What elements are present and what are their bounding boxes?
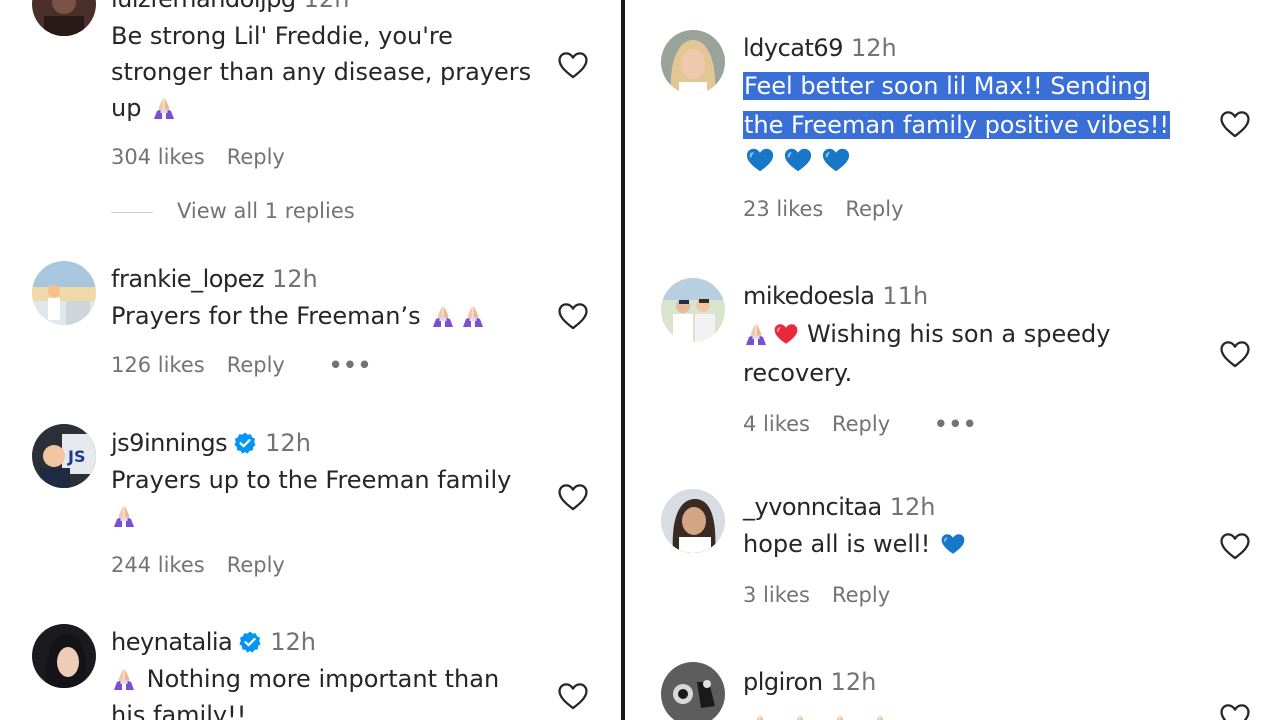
comment-meta: 244 likes Reply: [111, 550, 511, 580]
avatar[interactable]: [661, 30, 725, 94]
folded-hands-emoji: [430, 303, 456, 329]
username[interactable]: luizfernandoljpg: [111, 0, 296, 13]
username[interactable]: mikedoesla: [743, 282, 875, 310]
reply-button[interactable]: Reply: [832, 409, 890, 439]
comment-meta: 126 likes Reply •••: [111, 350, 488, 380]
folded-hands-emoji: [867, 712, 893, 720]
reply-button[interactable]: Reply: [227, 550, 285, 580]
timestamp: 11h: [882, 282, 929, 310]
comment-meta: 23 likes Reply: [743, 194, 1170, 224]
comments-panel-right: ldycat69 12h Feel better soon lil Max!! S…: [625, 0, 1280, 720]
timestamp: 12h: [304, 0, 350, 13]
timestamp: 12h: [889, 493, 936, 521]
heart-outline-icon[interactable]: [556, 48, 590, 82]
comment-text: [743, 707, 895, 720]
likes-count[interactable]: 126 likes: [111, 350, 205, 380]
comment-header: _yvonncitaa 12h: [743, 490, 968, 524]
comment-header: plgiron 12h: [743, 665, 895, 699]
reply-button[interactable]: Reply: [845, 194, 903, 224]
timestamp: 12h: [850, 34, 897, 62]
comment-text: hope all is well!: [743, 526, 968, 562]
avatar[interactable]: [661, 662, 725, 720]
timestamp: 12h: [270, 628, 317, 656]
folded-hands-emoji: [747, 712, 773, 720]
username[interactable]: _yvonncitaa: [743, 493, 882, 521]
heart-outline-icon[interactable]: [556, 480, 590, 514]
folded-hands-emoji: [743, 321, 769, 347]
comment-text: Prayers up to the Freeman family: [111, 462, 511, 534]
likes-count[interactable]: 23 likes: [743, 194, 823, 224]
selected-text[interactable]: Feel better soon lil Max!! Sending: [743, 72, 1149, 100]
folded-hands-emoji: [787, 712, 813, 720]
comments-panel-left: luizfernandoljpg 12h Be strong Lil' Fredd…: [0, 0, 621, 720]
comment-header: js9innings 12h: [111, 426, 511, 460]
username[interactable]: frankie_lopez: [111, 265, 265, 293]
likes-count[interactable]: 244 likes: [111, 550, 205, 580]
username[interactable]: ldycat69: [743, 34, 843, 62]
avatar[interactable]: JS: [32, 424, 96, 488]
heart-outline-icon[interactable]: [556, 679, 590, 713]
timestamp: 12h: [830, 668, 877, 696]
blue-heart-emoji: [940, 531, 966, 557]
comment-meta: 4 likes Reply •••: [743, 409, 1110, 439]
timestamp: 12h: [272, 265, 318, 293]
heart-outline-icon[interactable]: [1218, 700, 1252, 720]
comment-meta: 304 likes Reply: [111, 142, 531, 172]
avatar[interactable]: [32, 624, 96, 688]
likes-count[interactable]: 304 likes: [111, 142, 205, 172]
comment-text[interactable]: Feel better soon lil Max!! Sending the F…: [743, 67, 1170, 182]
likes-count[interactable]: 4 likes: [743, 409, 810, 439]
comment-meta: 3 likes Reply: [743, 580, 968, 610]
blue-heart-emoji: [745, 145, 775, 175]
more-dots-icon[interactable]: •••: [329, 350, 372, 380]
verified-badge-icon: [233, 431, 257, 455]
comment-header: frankie_lopez 12h: [111, 262, 488, 296]
comment-text: Prayers for the Freeman’s: [111, 298, 488, 334]
verified-badge-icon: [238, 630, 262, 654]
selected-text[interactable]: the Freeman family positive vibes!!: [743, 111, 1170, 139]
comment-header: luizfernandoljpg 12h: [111, 0, 531, 16]
timestamp: 12h: [265, 429, 311, 457]
comment-header: ldycat69 12h: [743, 31, 1170, 65]
avatar[interactable]: [32, 261, 96, 325]
username[interactable]: plgiron: [743, 668, 823, 696]
username[interactable]: js9innings: [111, 429, 228, 457]
comment-text: Wishing his son a speedy recovery.: [743, 320, 1111, 387]
heart-outline-icon[interactable]: [1218, 337, 1252, 371]
blue-heart-emoji: [783, 145, 813, 175]
blue-heart-emoji: [821, 145, 851, 175]
avatar[interactable]: [661, 489, 725, 553]
avatar[interactable]: [32, 0, 96, 36]
comment-text: Be strong Lil' Freddie, you're stronger …: [111, 22, 532, 122]
comment-header: heynatalia 12h: [111, 625, 499, 659]
svg-text:JS: JS: [67, 447, 85, 466]
folded-hands-emoji: [827, 712, 853, 720]
reply-button[interactable]: Reply: [227, 350, 285, 380]
comment-header: mikedoesla 11h: [743, 279, 1110, 313]
avatar[interactable]: [661, 278, 725, 342]
view-replies-button[interactable]: View all 1 replies: [111, 199, 355, 223]
heart-outline-icon[interactable]: [1218, 107, 1252, 141]
heart-outline-icon[interactable]: [1218, 529, 1252, 563]
reply-button[interactable]: Reply: [227, 142, 285, 172]
folded-hands-emoji: [111, 503, 137, 529]
folded-hands-emoji: [111, 666, 137, 692]
red-heart-emoji: [773, 321, 799, 347]
heart-outline-icon[interactable]: [556, 299, 590, 333]
comment-text: Nothing more important than his family!!: [111, 665, 500, 720]
likes-count[interactable]: 3 likes: [743, 580, 810, 610]
folded-hands-emoji: [151, 95, 177, 121]
folded-hands-emoji: [460, 303, 486, 329]
divider-line: [111, 211, 153, 213]
username[interactable]: heynatalia: [111, 628, 233, 656]
reply-button[interactable]: Reply: [832, 580, 890, 610]
more-dots-icon[interactable]: •••: [934, 409, 977, 439]
